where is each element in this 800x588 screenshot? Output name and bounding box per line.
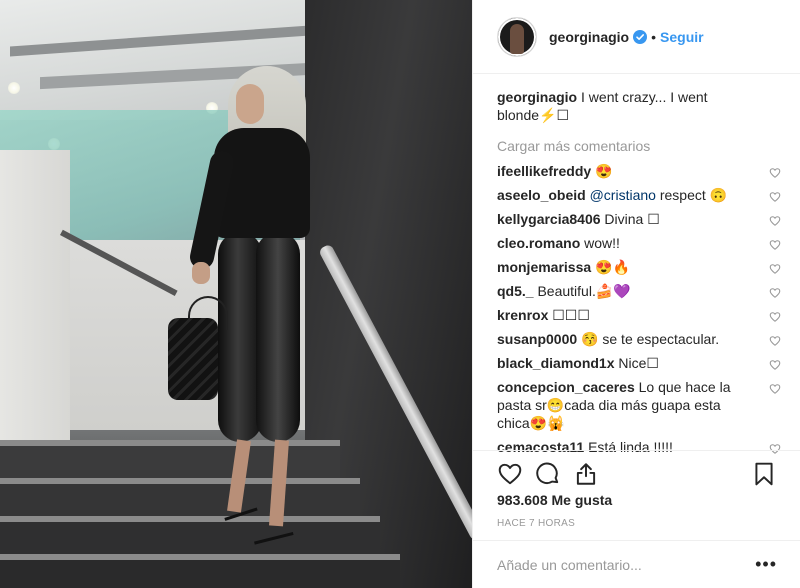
comment-text: 😍 xyxy=(595,163,613,179)
comment-username[interactable]: kellygarcia8406 xyxy=(497,211,601,227)
comment-row: cleo.romano wow!! xyxy=(497,234,781,252)
caption-username[interactable]: georginagio xyxy=(497,89,577,105)
comment-username[interactable]: susanp0000 xyxy=(497,331,577,347)
comment-username[interactable]: monjemarissa xyxy=(497,259,591,275)
post-timestamp: HACE 7 HORAS xyxy=(497,518,576,529)
add-comment-bar: ••• xyxy=(473,540,800,588)
comment-like-heart-icon[interactable] xyxy=(769,381,781,394)
comment-row: aseelo_obeid @cristiano respect 🙃 xyxy=(497,186,781,204)
verified-badge-icon xyxy=(633,29,648,44)
more-options-icon[interactable]: ••• xyxy=(755,554,777,575)
comment-username[interactable]: black_diamond1x xyxy=(497,355,615,371)
separator-dot: • xyxy=(651,28,657,45)
comment-row: monjemarissa 😍🔥 xyxy=(497,258,781,276)
comment-text: Divina ☐ xyxy=(604,211,660,227)
stairwell-wall xyxy=(0,150,70,490)
comment-like-heart-icon[interactable] xyxy=(769,261,781,274)
comment-username[interactable]: ifeellikefreddy xyxy=(497,163,591,179)
comment-like-heart-icon[interactable] xyxy=(769,189,781,202)
handbag xyxy=(168,318,218,400)
person-hand xyxy=(192,262,210,284)
comment-username[interactable]: aseelo_obeid xyxy=(497,187,586,203)
instagram-post: georginagio • Seguir georginagio I went … xyxy=(0,0,800,588)
comment-row: krenrox ☐☐☐ xyxy=(497,306,781,324)
follow-button[interactable]: Seguir xyxy=(660,29,704,45)
comment-row: black_diamond1x Nice☐ xyxy=(497,354,781,372)
comment-like-heart-icon[interactable] xyxy=(769,237,781,250)
comment-text: Nice☐ xyxy=(618,355,659,371)
post-header: georginagio • Seguir xyxy=(473,0,800,74)
post-photo[interactable] xyxy=(0,0,472,588)
header-username[interactable]: georginagio xyxy=(549,29,629,45)
comment-username[interactable]: qd5._ xyxy=(497,283,534,299)
post-caption: georginagio I went crazy... I went blond… xyxy=(497,88,777,124)
comment-like-heart-icon[interactable] xyxy=(769,165,781,178)
load-more-comments-button[interactable]: Cargar más comentarios xyxy=(497,138,777,154)
comment-list: ifeellikefreddy 😍 aseelo_obeid @cristiano… xyxy=(497,162,781,456)
comment-row: qd5._ Beautiful.🍰💜 xyxy=(497,282,781,300)
comment-input[interactable] xyxy=(497,556,756,573)
comment-text: Beautiful.🍰💜 xyxy=(537,283,631,299)
comments-section: georginagio I went crazy... I went blond… xyxy=(473,88,800,462)
post-side-panel: georginagio • Seguir georginagio I went … xyxy=(472,0,800,588)
avatar[interactable] xyxy=(497,16,537,57)
ceiling-light xyxy=(8,82,20,94)
likes-count[interactable]: 983.608 Me gusta xyxy=(497,492,612,508)
comment-text: 😍🔥 xyxy=(595,259,630,275)
heart-icon[interactable] xyxy=(497,461,523,487)
comment-like-heart-icon[interactable] xyxy=(769,309,781,322)
share-icon[interactable] xyxy=(573,461,599,487)
comment-username[interactable]: cleo.romano xyxy=(497,235,580,251)
stair-step xyxy=(0,478,360,516)
comment-text: ☐☐☐ xyxy=(552,307,590,323)
person-leg xyxy=(256,232,300,442)
comment-row: ifeellikefreddy 😍 xyxy=(497,162,781,180)
comment-text: 😚 se te espectacular. xyxy=(581,331,720,347)
comment-like-heart-icon[interactable] xyxy=(769,333,781,346)
comment-row: concepcion_caceres Lo que hace la pasta … xyxy=(497,378,781,432)
comment-text: respect 🙃 xyxy=(659,187,728,203)
comment-username[interactable]: krenrox xyxy=(497,307,548,323)
comment-mention[interactable]: @cristiano xyxy=(590,187,656,203)
comment-row: kellygarcia8406 Divina ☐ xyxy=(497,210,781,228)
comment-like-heart-icon[interactable] xyxy=(769,357,781,370)
stair-step xyxy=(0,554,400,588)
comment-like-heart-icon[interactable] xyxy=(769,213,781,226)
comment-username[interactable]: concepcion_caceres xyxy=(497,379,635,395)
comment-like-heart-icon[interactable] xyxy=(769,285,781,298)
person-face xyxy=(236,84,264,124)
bookmark-icon[interactable] xyxy=(751,461,777,487)
comment-text: wow!! xyxy=(584,235,620,251)
comment-row: susanp0000 😚 se te espectacular. xyxy=(497,330,781,348)
comment-icon[interactable] xyxy=(535,461,561,487)
stair-step xyxy=(0,516,380,554)
stair-step xyxy=(0,440,340,478)
